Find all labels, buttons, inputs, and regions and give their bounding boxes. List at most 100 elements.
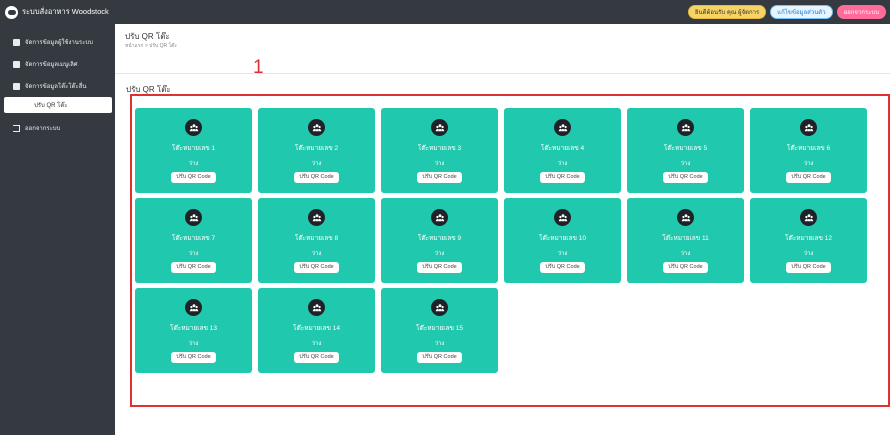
table-icon <box>13 82 20 90</box>
qr-code-button[interactable]: ปรับ QR Code <box>171 172 216 183</box>
people-icon <box>308 299 325 316</box>
table-name: โต๊ะหมายเลข 11 <box>662 235 709 242</box>
qr-code-button[interactable]: ปรับ QR Code <box>417 262 462 273</box>
table-card[interactable]: โต๊ะหมายเลข 8 ว่าง ปรับ QR Code <box>258 198 375 283</box>
table-name: โต๊ะหมายเลข 15 <box>416 325 463 332</box>
table-card[interactable]: โต๊ะหมายเลข 13 ว่าง ปรับ QR Code <box>135 288 252 373</box>
table-status: ว่าง <box>311 161 322 167</box>
people-icon <box>677 119 694 136</box>
table-card[interactable]: โต๊ะหมายเลข 4 ว่าง ปรับ QR Code <box>504 108 621 193</box>
table-name: โต๊ะหมายเลข 4 <box>540 145 585 152</box>
people-icon <box>431 119 448 136</box>
table-name: โต๊ะหมายเลข 8 <box>294 235 339 242</box>
table-status: ว่าง <box>434 341 445 347</box>
qr-code-button[interactable]: ปรับ QR Code <box>417 352 462 363</box>
qr-code-button[interactable]: ปรับ QR Code <box>294 172 339 183</box>
table-name: โต๊ะหมายเลข 13 <box>170 325 217 332</box>
qr-code-button[interactable]: ปรับ QR Code <box>417 172 462 183</box>
table-card[interactable]: โต๊ะหมายเลข 9 ว่าง ปรับ QR Code <box>381 198 498 283</box>
people-icon <box>185 119 202 136</box>
qr-code-button[interactable]: ปรับ QR Code <box>171 352 216 363</box>
table-card[interactable]: โต๊ะหมายเลข 15 ว่าง ปรับ QR Code <box>381 288 498 373</box>
qr-code-button[interactable]: ปรับ QR Code <box>663 262 708 273</box>
sidebar-item-label: จัดการข้อมูลโต๊ะโต๊ะลื่น <box>25 84 87 90</box>
qr-code-button[interactable]: ปรับ QR Code <box>663 172 708 183</box>
qr-code-button[interactable]: ปรับ QR Code <box>171 262 216 273</box>
qr-code-button[interactable]: ปรับ QR Code <box>294 262 339 273</box>
table-card[interactable]: โต๊ะหมายเลข 14 ว่าง ปรับ QR Code <box>258 288 375 373</box>
people-icon <box>308 209 325 226</box>
people-icon <box>185 209 202 226</box>
table-status: ว่าง <box>557 161 568 167</box>
people-icon <box>185 299 202 316</box>
people-icon <box>431 209 448 226</box>
annotation-number: 1 <box>253 57 264 78</box>
table-status: ว่าง <box>803 251 814 257</box>
people-icon <box>554 119 571 136</box>
table-name: โต๊ะหมายเลข 6 <box>786 145 831 152</box>
sidebar-item-users[interactable]: จัดการข้อมูลผู้ใช้งานระบบ <box>0 31 115 53</box>
table-card[interactable]: โต๊ะหมายเลข 11 ว่าง ปรับ QR Code <box>627 198 744 283</box>
breadcrumb[interactable]: หน้าแรก > ปรับ QR โต๊ะ <box>125 42 177 50</box>
edit-profile-button[interactable]: แก้ไขข้อมูลส่วนตัว <box>770 5 833 19</box>
sidebar-item-label: จัดการข้อมูลเมนูเลิศ <box>25 62 78 68</box>
qr-code-button[interactable]: ปรับ QR Code <box>540 172 585 183</box>
sidebar-item-tables[interactable]: จัดการข้อมูลโต๊ะโต๊ะลื่น <box>0 75 115 97</box>
qr-code-button[interactable]: ปรับ QR Code <box>786 172 831 183</box>
people-icon <box>677 209 694 226</box>
table-name: โต๊ะหมายเลข 12 <box>785 235 832 242</box>
table-status: ว่าง <box>188 161 199 167</box>
people-icon <box>554 209 571 226</box>
table-status: ว่าง <box>680 251 691 257</box>
table-name: โต๊ะหมายเลข 1 <box>171 145 216 152</box>
sidebar-item-logout[interactable]: ออกจากระบบ <box>0 117 115 139</box>
table-status: ว่าง <box>188 251 199 257</box>
logout-icon <box>13 124 20 132</box>
top-actions: ยินดีต้อนรับ คุณ ผู้จัดการ แก้ไขข้อมูลส่… <box>688 5 886 19</box>
table-status: ว่าง <box>188 341 199 347</box>
top-navbar: ระบบสั่งอาหาร Woodstock ยินดีต้อนรับ คุณ… <box>0 0 890 24</box>
table-card[interactable]: โต๊ะหมายเลข 1 ว่าง ปรับ QR Code <box>135 108 252 193</box>
table-card[interactable]: โต๊ะหมายเลข 2 ว่าง ปรับ QR Code <box>258 108 375 193</box>
sidebar: จัดการข้อมูลผู้ใช้งานระบบ จัดการข้อมูลเม… <box>0 24 115 435</box>
table-name: โต๊ะหมายเลข 14 <box>293 325 340 332</box>
people-icon <box>800 209 817 226</box>
document-icon <box>13 60 20 68</box>
tables-grid: โต๊ะหมายเลข 1 ว่าง ปรับ QR Code โต๊ะหมาย… <box>135 108 867 373</box>
sidebar-item-menu[interactable]: จัดการข้อมูลเมนูเลิศ <box>0 53 115 75</box>
table-card[interactable]: โต๊ะหมายเลข 5 ว่าง ปรับ QR Code <box>627 108 744 193</box>
logout-button[interactable]: ออกจากระบบ <box>836 5 886 19</box>
table-status: ว่าง <box>680 161 691 167</box>
people-icon <box>800 119 817 136</box>
people-icon <box>431 299 448 316</box>
table-card[interactable]: โต๊ะหมายเลข 12 ว่าง ปรับ QR Code <box>750 198 867 283</box>
table-name: โต๊ะหมายเลข 3 <box>417 145 462 152</box>
table-status: ว่าง <box>803 161 814 167</box>
table-name: โต๊ะหมายเลข 9 <box>417 235 462 242</box>
table-name: โต๊ะหมายเลข 5 <box>663 145 708 152</box>
qr-code-button[interactable]: ปรับ QR Code <box>540 262 585 273</box>
qr-code-button[interactable]: ปรับ QR Code <box>294 352 339 363</box>
table-card[interactable]: โต๊ะหมายเลข 3 ว่าง ปรับ QR Code <box>381 108 498 193</box>
table-card[interactable]: โต๊ะหมายเลข 6 ว่าง ปรับ QR Code <box>750 108 867 193</box>
users-icon <box>13 38 20 46</box>
table-status: ว่าง <box>311 251 322 257</box>
sidebar-item-label: จัดการข้อมูลผู้ใช้งานระบบ <box>25 40 93 46</box>
page-header: ปรับ QR โต๊ะ หน้าแรก > ปรับ QR โต๊ะ <box>115 24 890 74</box>
table-status: ว่าง <box>311 341 322 347</box>
people-icon <box>308 119 325 136</box>
brand-name: ระบบสั่งอาหาร Woodstock <box>22 7 109 16</box>
table-name: โต๊ะหมายเลข 10 <box>539 235 586 242</box>
welcome-badge[interactable]: ยินดีต้อนรับ คุณ ผู้จัดการ <box>688 5 767 19</box>
qr-code-button[interactable]: ปรับ QR Code <box>786 262 831 273</box>
table-name: โต๊ะหมายเลข 2 <box>294 145 339 152</box>
table-name: โต๊ะหมายเลข 7 <box>171 235 216 242</box>
brand[interactable]: ระบบสั่งอาหาร Woodstock <box>5 0 109 24</box>
table-status: ว่าง <box>434 161 445 167</box>
table-status: ว่าง <box>434 251 445 257</box>
sidebar-subitem-qr[interactable]: ปรับ QR โต๊ะ <box>4 97 112 113</box>
table-card[interactable]: โต๊ะหมายเลข 10 ว่าง ปรับ QR Code <box>504 198 621 283</box>
table-card[interactable]: โต๊ะหมายเลข 7 ว่าง ปรับ QR Code <box>135 198 252 283</box>
restaurant-logo-icon <box>5 5 18 19</box>
sidebar-item-label: ออกจากระบบ <box>25 126 61 132</box>
